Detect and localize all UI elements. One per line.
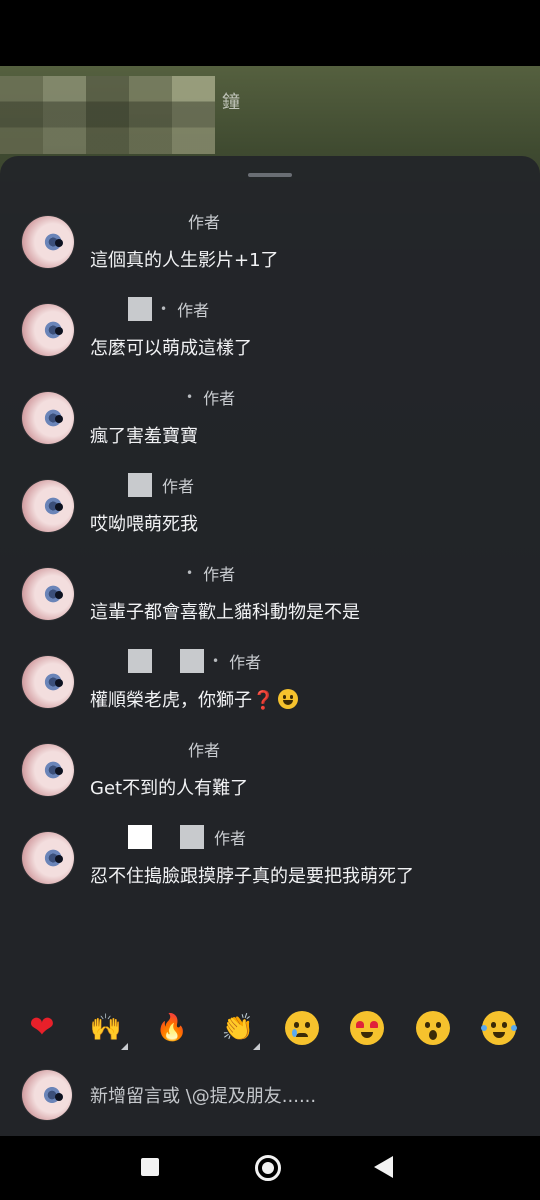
surprised-face-emoji[interactable] bbox=[416, 1011, 450, 1045]
commenter-avatar[interactable] bbox=[22, 656, 74, 708]
tears-of-joy-emoji[interactable] bbox=[481, 1011, 517, 1045]
separator-dot: • bbox=[212, 654, 220, 668]
redacted-name-block bbox=[128, 825, 152, 849]
commenter-name-row: 作者 bbox=[90, 210, 220, 232]
heart-emoji[interactable]: ❤ bbox=[22, 1008, 62, 1048]
author-badge: 作者 bbox=[203, 565, 236, 584]
quick-reaction-bar: ❤ 🙌 🔥 👏 bbox=[0, 1002, 540, 1054]
video-title: 鐘 bbox=[222, 92, 240, 113]
comment-text-content: 這個真的人生影片+1了 bbox=[90, 250, 279, 271]
comment-item[interactable]: 作者忍不住搗臉跟摸脖子真的是要把我萌死了 bbox=[0, 825, 540, 916]
commenter-avatar[interactable] bbox=[22, 744, 74, 796]
comment-item[interactable]: • 作者怎麼可以萌成這樣了 bbox=[0, 297, 540, 388]
comment-text-content: 忍不住搗臉跟摸脖子真的是要把我萌死了 bbox=[90, 866, 414, 887]
comment-text-content: Get不到的人有難了 bbox=[90, 778, 249, 799]
commenter-avatar[interactable] bbox=[22, 480, 74, 532]
separator-dot: • bbox=[186, 566, 194, 580]
commenter-avatar[interactable] bbox=[22, 832, 74, 884]
smiley-emoji-icon bbox=[278, 689, 299, 709]
redacted-name-block bbox=[128, 473, 152, 497]
comment-text: Get不到的人有難了 bbox=[90, 774, 248, 800]
commenter-avatar[interactable] bbox=[22, 392, 74, 444]
comment-item[interactable]: 作者哎呦喂萌死我 bbox=[0, 473, 540, 564]
separator-dot: • bbox=[186, 390, 194, 404]
comment-input[interactable]: 新增留言或 \@提及朋友...... bbox=[90, 1082, 316, 1108]
comment-text: 瘋了害羞寶寶 bbox=[90, 422, 198, 448]
author-badge: 作者 bbox=[188, 213, 221, 232]
commenter-name-row: • 作者 bbox=[90, 562, 235, 584]
redacted-name-block bbox=[128, 297, 152, 321]
redacted-name-block bbox=[180, 825, 204, 849]
redacted-name-block bbox=[128, 649, 152, 673]
comment-text: 哎呦喂萌死我 bbox=[90, 510, 198, 536]
comment-item[interactable]: • 作者 瘋了害羞寶寶 bbox=[0, 388, 540, 476]
author-badge: 作者 bbox=[162, 477, 195, 496]
comment-composer: 新增留言或 \@提及朋友...... bbox=[0, 1054, 540, 1136]
separator-dot: • bbox=[160, 302, 168, 316]
redacted-name-block bbox=[180, 649, 204, 673]
comment-text-content: 瘋了害羞寶寶 bbox=[90, 426, 198, 447]
comment-text: 忍不住搗臉跟摸脖子真的是要把我萌死了 bbox=[90, 862, 414, 888]
commenter-avatar[interactable] bbox=[22, 216, 74, 268]
commenter-name-row: • 作者 bbox=[90, 297, 210, 321]
system-nav-bar bbox=[0, 1136, 540, 1200]
comment-item[interactable]: 作者這個真的人生影片+1了 bbox=[0, 212, 540, 300]
comment-text-content: 哎呦喂萌死我 bbox=[90, 514, 198, 535]
comment-item[interactable]: • 作者這輩子都會喜歡上貓科動物是不是 bbox=[0, 564, 540, 652]
comment-text: 這輩子都會喜歡上貓科動物是不是 bbox=[90, 598, 360, 624]
author-badge: 作者 bbox=[214, 829, 247, 848]
recent-apps-button[interactable] bbox=[141, 1158, 159, 1176]
status-bar bbox=[0, 0, 540, 66]
current-user-avatar bbox=[22, 1070, 72, 1120]
comment-text-content: 權順榮老虎，你獅子❓ bbox=[90, 690, 275, 711]
commenter-name-row: • 作者 bbox=[90, 386, 235, 408]
comment-text: 怎麼可以萌成這樣了 bbox=[90, 334, 252, 360]
commenter-name-row: 作者 bbox=[90, 825, 247, 849]
commenter-avatar[interactable] bbox=[22, 304, 74, 356]
fire-emoji[interactable]: 🔥 bbox=[152, 1008, 192, 1048]
crying-face-emoji[interactable] bbox=[285, 1011, 319, 1045]
sheet-drag-handle[interactable] bbox=[248, 173, 292, 177]
back-button[interactable] bbox=[374, 1156, 393, 1178]
pixelated-thumbnail bbox=[0, 76, 215, 154]
comment-text-content: 這輩子都會喜歡上貓科動物是不是 bbox=[90, 602, 360, 623]
comment-text-content: 怎麼可以萌成這樣了 bbox=[90, 338, 252, 359]
clapping-hands-emoji[interactable]: 👏 bbox=[218, 1008, 260, 1050]
comment-item[interactable]: 作者 Get不到的人有難了 bbox=[0, 740, 540, 828]
comment-item[interactable]: • 作者權順榮老虎，你獅子❓ bbox=[0, 649, 540, 740]
author-badge: 作者 bbox=[177, 301, 210, 320]
commenter-avatar[interactable] bbox=[22, 568, 74, 620]
comment-text: 權順榮老虎，你獅子❓ bbox=[90, 686, 299, 712]
comment-text: 這個真的人生影片+1了 bbox=[90, 246, 279, 272]
heart-eyes-emoji[interactable] bbox=[350, 1011, 384, 1045]
commenter-name-row: 作者 bbox=[90, 473, 195, 497]
home-button[interactable] bbox=[255, 1155, 281, 1181]
commenter-name-row: 作者 bbox=[90, 738, 220, 760]
raising-hands-emoji[interactable]: 🙌 bbox=[86, 1008, 128, 1050]
author-badge: 作者 bbox=[229, 653, 262, 672]
author-badge: 作者 bbox=[188, 741, 221, 760]
author-badge: 作者 bbox=[203, 389, 236, 408]
commenter-name-row: • 作者 bbox=[90, 649, 262, 673]
